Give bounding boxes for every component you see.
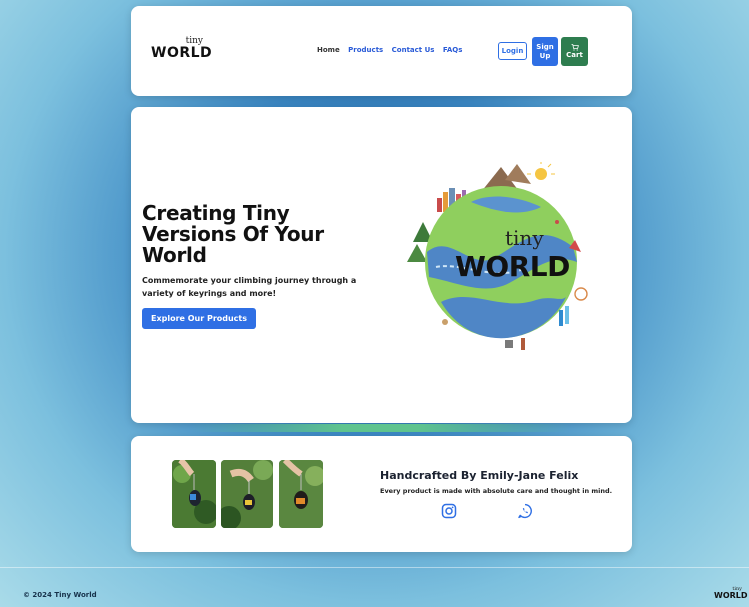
footer-logo-world: WORLD (714, 591, 748, 600)
footer-copyright: © 2024 Tiny World (23, 591, 97, 599)
globe-world-text: WORLD (455, 250, 570, 283)
handcrafted-subtitle: Every product is made with absolute care… (380, 487, 613, 495)
login-button[interactable]: Login (498, 42, 527, 60)
cart-label: Cart (566, 51, 583, 59)
signup-button[interactable]: Sign Up (532, 37, 558, 66)
signup-label-line1: Sign (536, 42, 554, 51)
signup-label-line2: Up (539, 51, 551, 60)
footer-divider (0, 567, 749, 568)
cart-button[interactable]: Cart (561, 37, 588, 66)
nav-link-products[interactable]: Products (348, 46, 383, 54)
whatsapp-icon[interactable] (517, 503, 533, 519)
hero-subtitle: Commemorate your climbing journey throug… (142, 276, 357, 298)
logo-world-text: WORLD (151, 45, 213, 61)
footer-logo[interactable]: tiny WORLD (714, 586, 748, 602)
globe-tiny-text: tiny (505, 226, 544, 250)
nav-link-contact[interactable]: Contact Us (392, 46, 435, 54)
navbar: tiny WORLD Home Products Contact Us FAQs… (131, 6, 632, 96)
hero-title: Creating Tiny Versions Of Your World (142, 201, 324, 267)
brand-logo[interactable]: tiny WORLD (151, 36, 212, 66)
product-photo-3[interactable] (279, 460, 323, 528)
shopping-cart-icon (571, 44, 579, 51)
handcrafted-section: Handcrafted By Emily-Jane Felix Every pr… (131, 436, 632, 552)
product-photo-1[interactable] (172, 460, 216, 528)
keyring-photo-1 (172, 460, 216, 528)
nav-links: Home Products Contact Us FAQs (317, 46, 468, 54)
keyring-photo-2 (221, 460, 273, 528)
nav-link-home[interactable]: Home (317, 46, 340, 54)
hero-section: Creating Tiny Versions Of Your World Com… (131, 107, 632, 423)
section-divider-accent (190, 424, 570, 432)
product-photo-2[interactable] (221, 460, 273, 528)
explore-products-button[interactable]: Explore Our Products (142, 308, 256, 329)
keyring-photo-3 (279, 460, 323, 528)
handcrafted-title: Handcrafted By Emily-Jane Felix (380, 469, 579, 482)
nav-link-faqs[interactable]: FAQs (443, 46, 463, 54)
instagram-icon[interactable] (441, 503, 457, 519)
globe-illustration: tiny WORLD (401, 160, 601, 362)
